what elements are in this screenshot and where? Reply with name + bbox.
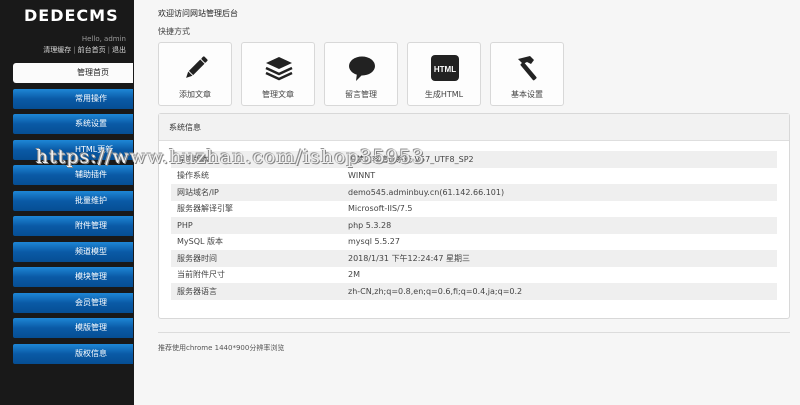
shortcut-label: 基本设置 [511, 90, 543, 99]
system-info-title: 系统信息 [159, 114, 789, 141]
sidebar-nav: 管理首页 常用操作 系统设置 HTML更新 辅助插件 批量维护 附件管理 频道模… [13, 63, 133, 369]
info-key: 服务器语言 [171, 283, 342, 300]
nav-item-label: 模块管理 [75, 272, 107, 281]
table-row: 网站域名/IP demo545.adminbuy.cn(61.142.66.101… [171, 184, 777, 201]
greeting: Hello, admin [81, 35, 126, 43]
link-separator: | [107, 46, 110, 54]
sidebar: DEDECMS Hello, admin 清理缓存 | 前台首页 | 退出 管理首页 常… [0, 0, 134, 405]
clear-cache-link[interactable]: 清理缓存 [43, 46, 71, 54]
nav-item-batch-maintenance[interactable]: 批量维护 [13, 190, 133, 211]
info-key: 当前附件尺寸 [177, 270, 225, 280]
info-value: 2M [348, 270, 360, 280]
nav-item-common-ops[interactable]: 常用操作 [13, 88, 133, 109]
table-row: 程序版本 织梦内容管理系统 V57_UTF8_SP2 [171, 151, 777, 168]
nav-item-label: 辅助插件 [75, 170, 107, 179]
info-value: 织梦内容管理系统 V57_UTF8_SP2 [342, 151, 777, 168]
nav-item-label: 常用操作 [75, 93, 107, 103]
nav-item-members[interactable]: 会员管理 [13, 292, 133, 313]
info-key: 服务器时间 [171, 250, 342, 267]
info-value: demo545.adminbuy.cn(61.142.66.101) [342, 184, 777, 201]
info-key: 程序版本 [171, 151, 342, 168]
table-row: 服务器语言 zh-CN,zh;q=0.8,en;q=0.6,fi;q=0.4,ja… [171, 283, 777, 300]
nav-item-label: 会员管理 [75, 297, 107, 307]
info-key: 网站域名/IP [171, 184, 342, 201]
html-icon: HTML [431, 55, 459, 81]
nav-item-attachments[interactable]: 附件管理 [13, 216, 133, 236]
link-separator: | [73, 46, 76, 54]
speech-bubble-icon [349, 56, 375, 81]
table-row: PHP php 5.3.28 [171, 217, 777, 234]
page-title: 欢迎访问网站管理后台 [158, 9, 238, 18]
logo: DEDECMS [24, 6, 119, 25]
logout-link[interactable]: 退出 [112, 46, 126, 54]
info-value: mysql 5.5.27 [348, 237, 400, 247]
frontend-home-link[interactable]: 前台首页 [78, 46, 106, 54]
shortcut-label: 生成HTML [424, 90, 464, 99]
main-content: 欢迎访问网站管理后台 快捷方式 添加文章 管理文章 留言管理 HTML 生成HT… [134, 0, 800, 405]
nav-item-label: 管理首页 [77, 68, 109, 77]
nav-item-templates[interactable]: 模版管理 [13, 318, 133, 338]
shortcut-label: 管理文章 [262, 90, 294, 99]
nav-item-modules[interactable]: 模块管理 [13, 267, 133, 287]
nav-item-plugins[interactable]: 辅助插件 [13, 165, 133, 185]
table-row: 服务器时间 2018/1/31 下午12:24:47 星期三 [171, 250, 777, 267]
user-links: 清理缓存 | 前台首页 | 退出 [43, 45, 126, 55]
shortcut-message-management[interactable]: 留言管理 [324, 42, 398, 106]
nav-item-label: 批量维护 [75, 195, 107, 205]
nav-item-copyright[interactable]: 版权信息 [13, 343, 133, 364]
shortcut-generate-html[interactable]: HTML 生成HTML [407, 42, 481, 106]
nav-item-label: 频道模型 [75, 246, 107, 256]
shortcut-manage-articles[interactable]: 管理文章 [241, 42, 315, 106]
info-value: zh-CN,zh;q=0.8,en;q=0.6,fi;q=0.4,ja;q=0.… [342, 283, 777, 300]
html-icon-text: HTML [434, 65, 456, 74]
shortcut-basic-settings[interactable]: 基本设置 [490, 42, 564, 106]
nav-item-label: 模版管理 [75, 323, 107, 332]
nav-item-label: 系统设置 [75, 119, 107, 128]
nav-item-admin-home[interactable]: 管理首页 [13, 63, 133, 83]
browser-recommendation: 推荐使用chrome 1440*900分辨率浏览 [158, 344, 285, 352]
shortcut-add-article[interactable]: 添加文章 [158, 42, 232, 106]
shortcut-label: 添加文章 [179, 90, 211, 99]
shortcuts-heading: 快捷方式 [158, 27, 190, 36]
table-row: MySQL 版本 mysql 5.5.27 [171, 234, 777, 251]
info-value: Microsoft-IIS/7.5 [348, 204, 413, 214]
nav-item-html-update[interactable]: HTML更新 [13, 139, 133, 160]
pencil-icon [186, 56, 208, 78]
nav-item-label: 附件管理 [75, 221, 107, 230]
shortcut-label: 留言管理 [345, 90, 377, 99]
nav-item-label: 版权信息 [75, 348, 107, 358]
info-key: MySQL 版本 [177, 237, 224, 247]
nav-item-channel-models[interactable]: 频道模型 [13, 241, 133, 262]
info-key: 服务器解译引擎 [177, 204, 233, 214]
table-row: 当前附件尺寸 2M [171, 267, 777, 284]
table-row: 服务器解译引擎 Microsoft-IIS/7.5 [171, 201, 777, 218]
info-value: 2018/1/31 下午12:24:47 星期三 [342, 250, 777, 267]
stack-icon [265, 57, 293, 81]
hammer-icon [518, 56, 537, 81]
system-info-panel: 系统信息 程序版本 织梦内容管理系统 V57_UTF8_SP2 操作系统 WINNT… [158, 113, 790, 319]
info-value: WINNT [348, 171, 376, 181]
info-value: php 5.3.28 [342, 217, 777, 234]
nav-item-label: HTML更新 [75, 144, 114, 154]
system-info-table: 程序版本 织梦内容管理系统 V57_UTF8_SP2 操作系统 WINNT 网站域名… [171, 151, 777, 300]
info-key: 操作系统 [177, 171, 209, 181]
divider [158, 332, 790, 333]
info-key: PHP [171, 217, 342, 234]
nav-item-system-settings[interactable]: 系统设置 [13, 114, 133, 134]
table-row: 操作系统 WINNT [171, 168, 777, 185]
